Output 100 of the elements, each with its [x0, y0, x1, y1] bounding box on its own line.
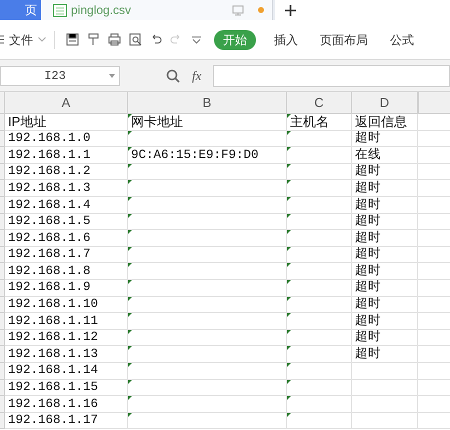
table-cell[interactable]	[128, 412, 287, 430]
table-cell[interactable]	[128, 396, 287, 413]
table-cell[interactable]	[128, 296, 287, 314]
table-cell[interactable]: 返回信息	[352, 114, 418, 131]
name-box[interactable]: I23	[0, 66, 120, 86]
row-header[interactable]	[0, 180, 5, 197]
table-cell[interactable]	[128, 313, 287, 330]
table-cell[interactable]: 192.168.1.10	[5, 296, 128, 314]
row-header[interactable]	[0, 246, 5, 264]
table-cell[interactable]	[287, 280, 352, 297]
home-tab[interactable]: 页	[0, 0, 41, 20]
table-cell[interactable]: 192.168.1.9	[5, 280, 128, 297]
table-cell[interactable]	[287, 164, 352, 180]
table-cell[interactable]	[128, 263, 287, 280]
table-cell[interactable]: 超时	[352, 280, 418, 297]
row-header[interactable]	[0, 280, 5, 297]
table-cell[interactable]: 192.168.1.6	[5, 230, 128, 247]
ribbon-tab[interactable]: 插入	[264, 30, 308, 48]
ribbon-tab[interactable]: 页面布局	[310, 30, 378, 48]
table-cell[interactable]	[287, 180, 352, 197]
table-cell[interactable]	[287, 346, 352, 363]
table-cell[interactable]: 超时	[352, 296, 418, 314]
row-header[interactable]	[0, 164, 5, 180]
table-cell[interactable]: 超时	[352, 246, 418, 264]
table-cell[interactable]	[128, 330, 287, 346]
column-header[interactable]: A	[5, 92, 128, 113]
row-header[interactable]	[0, 130, 5, 148]
table-cell[interactable]	[128, 246, 287, 264]
row-header[interactable]	[0, 362, 5, 380]
table-cell[interactable]	[352, 396, 418, 413]
table-cell[interactable]	[352, 362, 418, 380]
table-cell[interactable]: 超时	[352, 196, 418, 214]
table-cell[interactable]: 超时	[352, 230, 418, 247]
table-cell[interactable]: 192.168.1.1	[5, 147, 128, 164]
table-cell[interactable]: 超时	[352, 214, 418, 230]
format-painter-icon[interactable]	[87, 33, 100, 46]
table-cell[interactable]: 网卡地址	[128, 114, 287, 131]
table-cell[interactable]: 超时	[352, 164, 418, 180]
more-icon[interactable]	[192, 36, 201, 44]
chevron-down-icon[interactable]	[38, 37, 46, 42]
table-cell[interactable]	[128, 230, 287, 247]
table-cell[interactable]: 192.168.1.5	[5, 214, 128, 230]
table-cell[interactable]	[287, 214, 352, 230]
table-cell[interactable]: 超时	[352, 130, 418, 148]
column-header[interactable]: B	[128, 92, 287, 113]
print-icon[interactable]	[108, 33, 121, 46]
table-cell[interactable]	[128, 164, 287, 180]
table-cell[interactable]: 超时	[352, 180, 418, 197]
table-cell[interactable]	[352, 412, 418, 430]
table-cell[interactable]	[287, 412, 352, 430]
table-cell[interactable]: 192.168.1.11	[5, 313, 128, 330]
table-cell[interactable]: 超时	[352, 263, 418, 280]
table-cell[interactable]: 192.168.1.7	[5, 246, 128, 264]
table-cell[interactable]: 超时	[352, 313, 418, 330]
table-cell[interactable]: 超时	[352, 346, 418, 363]
row-header[interactable]	[0, 412, 5, 430]
table-cell[interactable]	[128, 280, 287, 297]
table-cell[interactable]	[287, 330, 352, 346]
table-cell[interactable]: 192.168.1.15	[5, 380, 128, 396]
formula-field[interactable]	[213, 64, 450, 86]
table-cell[interactable]	[287, 230, 352, 247]
table-cell[interactable]	[287, 263, 352, 280]
new-tab-icon[interactable]	[285, 4, 296, 16]
table-cell[interactable]	[128, 380, 287, 396]
table-cell[interactable]: IP地址	[5, 114, 128, 131]
table-cell[interactable]	[128, 180, 287, 197]
row-header[interactable]	[0, 380, 5, 396]
table-cell[interactable]: 9C:A6:15:E9:F9:D0	[128, 147, 287, 164]
file-menu[interactable]: 文件	[6, 30, 36, 48]
table-cell[interactable]: 192.168.1.16	[5, 396, 128, 413]
table-cell[interactable]: 超时	[352, 330, 418, 346]
table-cell[interactable]	[287, 396, 352, 413]
table-cell[interactable]: 192.168.1.14	[5, 362, 128, 380]
column-header[interactable]: C	[287, 92, 352, 113]
row-header[interactable]	[0, 147, 5, 164]
monitor-icon[interactable]	[232, 4, 244, 16]
table-cell[interactable]: 192.168.1.0	[5, 130, 128, 148]
table-cell[interactable]: 192.168.1.12	[5, 330, 128, 346]
table-cell[interactable]: 192.168.1.8	[5, 263, 128, 280]
row-header[interactable]	[0, 313, 5, 330]
table-cell[interactable]: 在线	[352, 147, 418, 164]
table-cell[interactable]	[128, 214, 287, 230]
table-cell[interactable]	[128, 362, 287, 380]
row-header[interactable]	[0, 296, 5, 314]
dropdown-icon[interactable]	[109, 74, 115, 78]
table-cell[interactable]	[287, 296, 352, 314]
print-preview-icon[interactable]	[129, 33, 142, 46]
table-cell[interactable]: 192.168.1.3	[5, 180, 128, 197]
row-header[interactable]	[0, 114, 5, 131]
row-header[interactable]	[0, 263, 5, 280]
table-cell[interactable]: 192.168.1.4	[5, 196, 128, 214]
function-label[interactable]: fx	[188, 66, 206, 86]
row-header[interactable]	[0, 346, 5, 363]
table-cell[interactable]: 192.168.1.13	[5, 346, 128, 363]
table-cell[interactable]	[287, 147, 352, 164]
row-header[interactable]	[0, 396, 5, 413]
table-cell[interactable]	[287, 130, 352, 148]
table-cell[interactable]	[287, 246, 352, 264]
ribbon-tab[interactable]: 公式	[380, 30, 424, 48]
table-cell[interactable]	[287, 196, 352, 214]
